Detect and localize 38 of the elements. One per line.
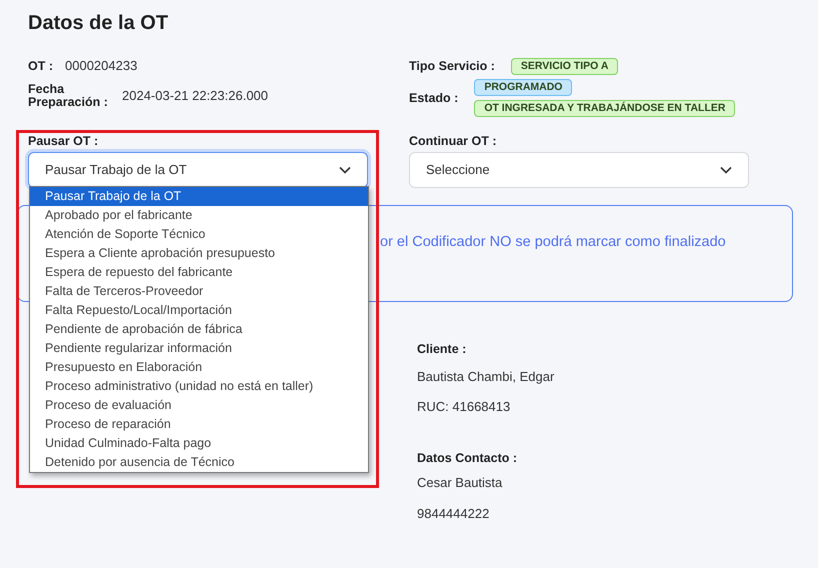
- dropdown-option[interactable]: Atención de Soporte Técnico: [30, 225, 368, 244]
- chevron-down-icon: [339, 166, 351, 174]
- field-label: Datos Contacto :: [417, 450, 518, 466]
- status-badge: PROGRAMADO: [474, 79, 572, 96]
- dropdown-select[interactable]: Pausar Trabajo de la OT: [28, 152, 368, 188]
- page-title: Datos de la OT: [28, 11, 170, 35]
- dropdown-option[interactable]: Espera de repuesto del fabricante: [30, 263, 368, 282]
- dropdown-option[interactable]: Falta de Terceros-Proveedor: [30, 282, 368, 301]
- field-value: RUC: 41668413: [417, 398, 512, 416]
- dropdown-option[interactable]: Espera a Cliente aprobación presupuesto: [30, 244, 368, 263]
- dropdown-option[interactable]: Detenido por ausencia de Técnico: [30, 453, 368, 472]
- field-value: 9844444222: [417, 504, 490, 523]
- dropdown-option[interactable]: Proceso de reparación: [30, 415, 368, 434]
- dropdown-option[interactable]: Pausar Trabajo de la OT: [30, 187, 368, 206]
- field-label: OT :: [28, 58, 53, 75]
- dropdown-option[interactable]: Aprobado por el fabricante: [30, 206, 368, 225]
- alert-message: or el Codificador NO se podrá marcar como finalizado: [380, 234, 726, 250]
- field-label: Tipo Servicio :: [409, 58, 495, 75]
- dropdown-option[interactable]: Pendiente de aprobación de fábrica: [30, 320, 368, 339]
- field-label: Estado :: [409, 90, 458, 107]
- field-value: 2024-03-21 22:23:26.000: [122, 87, 268, 106]
- dropdown-option[interactable]: Unidad Culminado-Falta pago: [30, 434, 368, 453]
- field-label: Pausar OT :: [28, 133, 98, 150]
- dropdown-select[interactable]: Seleccione: [409, 152, 749, 188]
- dropdown-option[interactable]: Pendiente regularizar información: [30, 339, 368, 358]
- field-label: Fecha Preparación :: [28, 83, 108, 109]
- dropdown-option[interactable]: Proceso administrativo (unidad no está en taller): [30, 377, 368, 396]
- dropdown-option[interactable]: Falta Repuesto/Local/Importación: [30, 301, 368, 320]
- field-value: Bautista Chambi, Edgar: [417, 368, 556, 386]
- dropdown-option[interactable]: Presupuesto en Elaboración: [30, 358, 368, 377]
- chevron-down-icon: [720, 166, 732, 174]
- field-value: Cesar Bautista: [417, 474, 504, 492]
- dropdown-option[interactable]: Proceso de evaluación: [30, 396, 368, 415]
- field-value: 0000204233: [65, 57, 138, 76]
- status-badge: OT INGRESADA Y TRABAJÁNDOSE EN TALLER: [474, 100, 736, 117]
- field-label: Cliente :: [417, 340, 468, 358]
- status-badge: SERVICIO TIPO A: [510, 58, 618, 74]
- field-label: Continuar OT :: [409, 133, 496, 150]
